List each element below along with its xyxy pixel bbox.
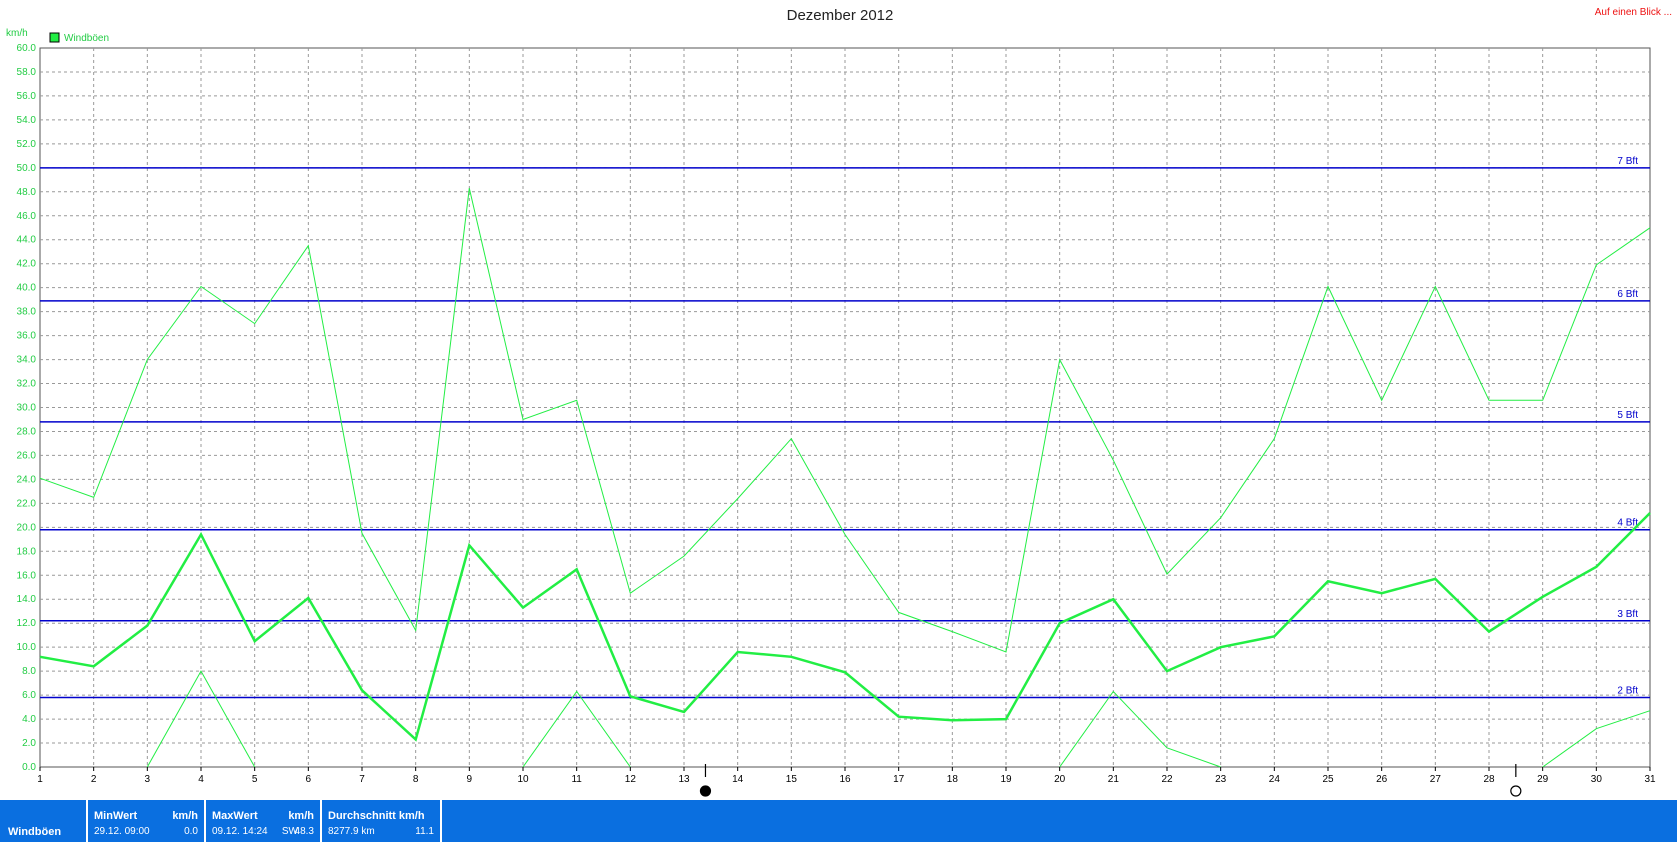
y-tick-label: 34.0 <box>17 355 37 366</box>
x-tick-label: 13 <box>678 774 690 785</box>
x-tick-label: 17 <box>893 774 905 785</box>
y-axis-unit: km/h <box>6 28 28 39</box>
x-tick-label: 14 <box>732 774 744 785</box>
bft-label: 2 Bft <box>1617 685 1638 696</box>
avg-stat: Durchschnitt km/h 8277.9 km 11.1 <box>320 800 442 842</box>
x-tick-label: 27 <box>1430 774 1442 785</box>
y-tick-label: 0.0 <box>22 762 36 773</box>
x-tick-label: 23 <box>1215 774 1227 785</box>
bft-label: 5 Bft <box>1617 410 1638 421</box>
y-tick-label: 26.0 <box>17 450 37 461</box>
x-tick-label: 20 <box>1054 774 1066 785</box>
overview-link[interactable]: Auf einen Blick ... <box>1595 7 1672 18</box>
x-tick-label: 22 <box>1161 774 1173 785</box>
y-tick-label: 30.0 <box>17 403 37 414</box>
y-tick-label: 38.0 <box>17 307 37 318</box>
y-tick-label: 8.0 <box>22 666 36 677</box>
x-tick-label: 25 <box>1322 774 1334 785</box>
x-tick-label: 1 <box>37 774 43 785</box>
min-value: 0.0 <box>184 826 198 837</box>
y-tick-label: 58.0 <box>17 67 37 78</box>
x-tick-label: 2 <box>91 774 97 785</box>
y-tick-label: 16.0 <box>17 570 37 581</box>
y-tick-label: 20.0 <box>17 522 37 533</box>
max-header: MaxWert <box>212 810 258 822</box>
x-tick-label: 8 <box>413 774 419 785</box>
x-tick-label: 18 <box>947 774 959 785</box>
x-tick-label: 9 <box>467 774 473 785</box>
x-tick-label: 10 <box>517 774 529 785</box>
x-tick-label: 6 <box>306 774 312 785</box>
x-tick-label: 7 <box>359 774 365 785</box>
legend-label: Windböen <box>64 33 109 44</box>
y-tick-label: 36.0 <box>17 331 37 342</box>
x-tick-label: 3 <box>145 774 151 785</box>
x-tick-label: 11 <box>571 774 582 785</box>
min-date: 29.12. 09:00 <box>94 826 150 837</box>
y-tick-label: 14.0 <box>17 594 37 605</box>
stats-row-label: Windböen <box>8 826 62 838</box>
y-tick-label: 48.0 <box>17 187 37 198</box>
y-tick-label: 6.0 <box>22 690 36 701</box>
y-tick-label: 24.0 <box>17 474 37 485</box>
stats-bar: Windböen MinWert km/h 29.12. 09:00 0.0 M… <box>0 800 1677 842</box>
x-tick-label: 21 <box>1108 774 1120 785</box>
max-stat: MaxWert km/h 09.12. 14:24 SW 48.3 <box>204 800 320 842</box>
x-tick-label: 16 <box>839 774 851 785</box>
y-tick-label: 28.0 <box>17 426 37 437</box>
grid <box>39 47 1651 768</box>
x-tick-label: 26 <box>1376 774 1388 785</box>
y-tick-label: 12.0 <box>17 618 37 629</box>
x-tick-label: 5 <box>252 774 258 785</box>
y-tick-label: 46.0 <box>17 211 37 222</box>
x-tick-label: 30 <box>1591 774 1603 785</box>
x-tick-label: 28 <box>1483 774 1495 785</box>
x-tick-label: 19 <box>1000 774 1012 785</box>
max-date: 09.12. 14:24 <box>212 826 268 837</box>
avg-value: 11.1 <box>415 826 434 837</box>
avg-header: Durchschnitt km/h <box>328 810 425 822</box>
chart-area: Dezember 2012 Auf einen Blick ... km/h W… <box>6 7 1672 797</box>
y-tick-label: 44.0 <box>17 235 37 246</box>
x-tick-label: 31 <box>1644 774 1656 785</box>
min-header: MinWert <box>94 810 138 822</box>
avg-distance: 8277.9 km <box>328 826 375 837</box>
y-tick-label: 56.0 <box>17 91 37 102</box>
x-tick-label: 29 <box>1537 774 1549 785</box>
y-tick-label: 52.0 <box>17 139 37 150</box>
x-tick-label: 4 <box>198 774 204 785</box>
y-tick-label: 2.0 <box>22 738 36 749</box>
chart-title: Dezember 2012 <box>787 7 894 24</box>
bft-label: 6 Bft <box>1617 289 1638 300</box>
legend-swatch <box>49 32 60 43</box>
min-stat: MinWert km/h 29.12. 09:00 0.0 <box>86 800 204 842</box>
y-tick-label: 54.0 <box>17 115 37 126</box>
y-tick-label: 4.0 <box>22 714 36 725</box>
y-tick-label: 32.0 <box>17 379 37 390</box>
max-value: 48.3 <box>294 826 314 837</box>
new-moon-icon <box>699 785 712 797</box>
max-unit: km/h <box>288 810 314 822</box>
y-tick-label: 18.0 <box>17 546 37 557</box>
x-tick-label: 12 <box>625 774 637 785</box>
y-tick-label: 42.0 <box>17 259 37 270</box>
y-tick-label: 22.0 <box>17 498 37 509</box>
y-tick-label: 60.0 <box>17 43 37 54</box>
y-tick-label: 10.0 <box>17 642 37 653</box>
x-tick-label: 24 <box>1269 774 1281 785</box>
y-tick-label: 50.0 <box>17 163 37 174</box>
x-tick-label: 15 <box>786 774 798 785</box>
bft-label: 3 Bft <box>1617 609 1638 620</box>
y-tick-label: 40.0 <box>17 283 37 294</box>
min-unit: km/h <box>172 810 198 822</box>
full-moon-icon <box>1510 785 1522 797</box>
bft-label: 7 Bft <box>1617 156 1638 167</box>
